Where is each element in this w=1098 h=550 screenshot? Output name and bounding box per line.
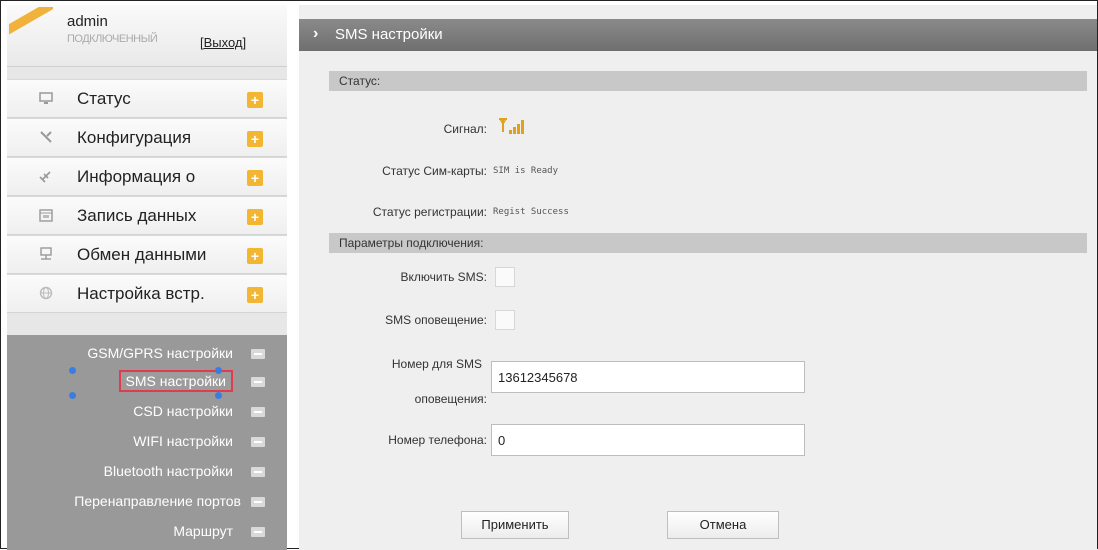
expand-icon[interactable]: + (247, 170, 263, 186)
sms-alert-label: SMS оповещение: (385, 313, 487, 327)
menu-item-data-exchange[interactable]: Обмен данными + (7, 235, 287, 274)
collapse-icon[interactable] (251, 407, 265, 417)
submenu-item-sms[interactable]: SMS настройки (7, 367, 287, 399)
ribbon-decoration (9, 7, 53, 37)
menu-item-label: Настройка встр. (77, 284, 205, 303)
connection-section-header: Параметры подключения: (329, 233, 1087, 253)
sim-status-value: SIM is Ready (493, 166, 559, 176)
menu-item-label: Обмен данными (77, 245, 207, 264)
collapse-icon[interactable] (251, 527, 265, 537)
main-menu: Статус + Конфигурация + Информация о + З… (7, 79, 287, 313)
logout-link[interactable]: [Выход] (200, 35, 246, 50)
enable-sms-label: Включить SMS: (400, 270, 487, 284)
collapse-icon[interactable] (251, 497, 265, 507)
user-subtitle: ПОДКЛЮЧЕННЫЙ (67, 33, 158, 45)
collapse-icon[interactable] (251, 349, 265, 359)
selection-handle (69, 367, 76, 374)
section-title: Статус: (339, 74, 381, 88)
expand-icon[interactable]: + (247, 209, 263, 225)
globe-icon (37, 285, 55, 303)
status-section-header: Статус: (329, 71, 1087, 91)
submenu-item-label: Перенаправление портов (74, 493, 241, 509)
menu-item-label: Информация о (77, 167, 196, 186)
collapse-icon[interactable] (251, 467, 265, 477)
menu-item-data-log[interactable]: Запись данных + (7, 196, 287, 235)
cancel-button[interactable]: Отмена (667, 511, 779, 539)
expand-icon[interactable]: + (247, 131, 263, 147)
sms-number-input[interactable] (491, 361, 805, 393)
menu-item-config[interactable]: Конфигурация + (7, 118, 287, 157)
logout-wrapper: [Выход] (200, 35, 246, 50)
submenu: GSM/GPRS настройки SMS настройки CSD нас… (7, 335, 287, 550)
selection-handle (69, 392, 76, 399)
app-frame: admin ПОДКЛЮЧЕННЫЙ [Выход] Статус + Конф… (0, 0, 1098, 550)
signal-strength-icon (497, 118, 537, 136)
sim-status-label: Статус Сим-карты: (382, 164, 487, 178)
calendar-icon (37, 207, 55, 225)
signal-label: Сигнал: (443, 122, 487, 136)
submenu-item-label: Bluetooth настройки (103, 463, 233, 479)
sms-number-label-line2: оповещения: (414, 392, 487, 406)
sms-number-label-line1: Номер для SMS (391, 357, 482, 371)
main-panel: › SMS настройки Статус: Сигнал: Статус С… (299, 5, 1097, 550)
collapse-icon[interactable] (251, 377, 265, 387)
page-title-bar: › SMS настройки (299, 19, 1097, 51)
expand-icon[interactable]: + (247, 287, 263, 303)
registration-status-label: Статус регистрации: (372, 205, 487, 219)
menu-item-info[interactable]: Информация о + (7, 157, 287, 196)
submenu-item-label: WIFI настройки (133, 433, 233, 449)
submenu-item-wifi[interactable]: WIFI настройки (7, 429, 287, 455)
page-title: SMS настройки (335, 26, 443, 43)
user-panel: admin ПОДКЛЮЧЕННЫЙ [Выход] (7, 5, 287, 67)
phone-number-label: Номер телефона: (388, 433, 487, 447)
submenu-item-route[interactable]: Маршрут (7, 519, 287, 545)
phone-number-input[interactable] (491, 424, 805, 456)
section-title: Параметры подключения: (339, 236, 484, 250)
chevron-right-icon: › (313, 25, 319, 42)
enable-sms-checkbox[interactable] (495, 267, 515, 287)
submenu-item-port-forwarding[interactable]: Перенаправление портов (7, 489, 287, 515)
menu-item-label: Статус (77, 89, 131, 108)
submenu-item-bluetooth[interactable]: Bluetooth настройки (7, 459, 287, 485)
submenu-item-label: Маршрут (173, 523, 233, 539)
monitor-icon (37, 90, 55, 108)
submenu-item-label: CSD настройки (133, 403, 233, 419)
satellite-icon (37, 168, 55, 186)
selection-handle (215, 392, 222, 399)
expand-icon[interactable]: + (247, 92, 263, 108)
menu-item-label: Конфигурация (77, 128, 192, 147)
submenu-item-gsm[interactable]: GSM/GPRS настройки (7, 341, 287, 367)
submenu-item-csd[interactable]: CSD настройки (7, 399, 287, 425)
menu-item-label: Запись данных (77, 206, 197, 225)
sms-alert-checkbox[interactable] (495, 310, 515, 330)
selection-handle (215, 367, 222, 374)
collapse-icon[interactable] (251, 437, 265, 447)
username: admin (67, 13, 108, 30)
expand-icon[interactable]: + (247, 248, 263, 264)
menu-item-status[interactable]: Статус + (7, 79, 287, 118)
tools-icon (37, 129, 55, 147)
menu-item-builtin-settings[interactable]: Настройка встр. + (7, 274, 287, 313)
registration-status-value: Regist Success (493, 207, 569, 217)
submenu-item-label: GSM/GPRS настройки (87, 345, 233, 361)
network-icon (37, 246, 55, 264)
sidebar: admin ПОДКЛЮЧЕННЫЙ [Выход] Статус + Конф… (7, 5, 287, 550)
apply-button[interactable]: Применить (461, 511, 569, 539)
